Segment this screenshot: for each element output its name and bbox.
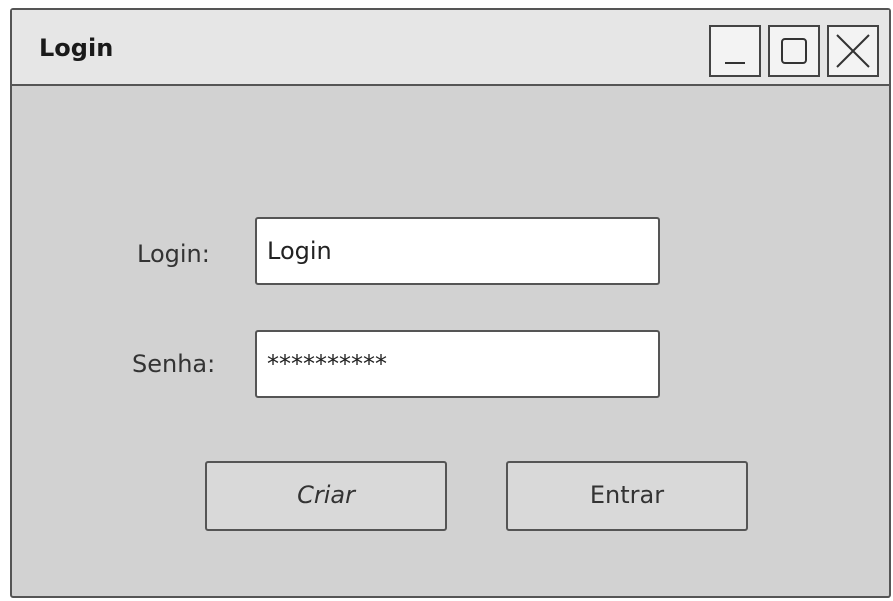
- password-input[interactable]: [255, 330, 660, 398]
- window-title: Login: [39, 34, 114, 62]
- close-icon: [836, 34, 870, 68]
- title-bar: Login: [12, 10, 889, 86]
- maximize-button[interactable]: [768, 25, 820, 77]
- minimize-icon: [725, 62, 745, 64]
- login-input[interactable]: [255, 217, 660, 285]
- close-button[interactable]: [827, 25, 879, 77]
- password-label: Senha:: [132, 350, 216, 378]
- login-button[interactable]: Entrar: [506, 461, 748, 531]
- minimize-button[interactable]: [709, 25, 761, 77]
- login-window: Login Login: Senha: Criar Entrar: [10, 8, 891, 598]
- create-button[interactable]: Criar: [205, 461, 447, 531]
- maximize-icon: [781, 38, 807, 64]
- login-label: Login:: [137, 240, 210, 268]
